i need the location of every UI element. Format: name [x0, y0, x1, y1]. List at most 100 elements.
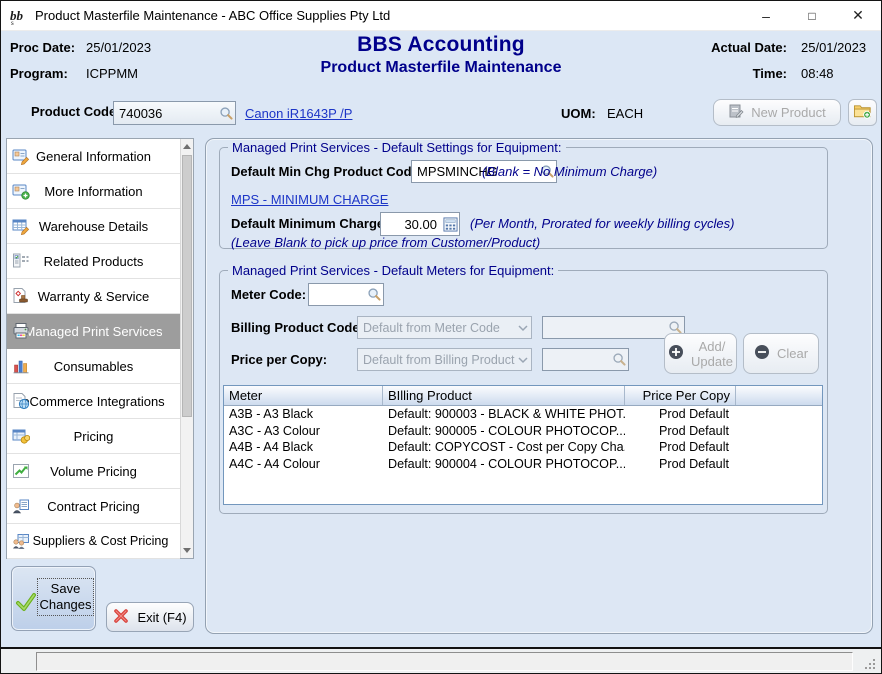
sidebar-item-label: Consumables: [54, 359, 134, 374]
sidebar-item-warehouse-details[interactable]: Warehouse Details: [7, 209, 180, 244]
price-per-copy-search-icon[interactable]: [611, 352, 627, 368]
sidebar-item-label: Suppliers & Cost Pricing: [33, 534, 169, 548]
price-cell: Prod Default: [625, 406, 736, 423]
column-header-price-per-copy[interactable]: Price Per Copy: [625, 386, 736, 405]
product-description-link[interactable]: Canon iR1643P /P: [245, 106, 352, 121]
open-product-folder-button[interactable]: [848, 99, 877, 126]
sidebar-item-general-information[interactable]: General Information: [7, 139, 180, 174]
table-row[interactable]: A4C - A4 Colour Default: 900004 - COLOUR…: [224, 456, 822, 473]
svg-text:s: s: [11, 19, 14, 26]
sidebar-item-label: Warehouse Details: [39, 219, 148, 234]
close-button[interactable]: ✕: [835, 1, 881, 30]
sidebar-item-label: Contract Pricing: [47, 499, 139, 514]
table-row[interactable]: A3B - A3 Black Default: 900003 - BLACK &…: [224, 406, 822, 423]
main-panel: Managed Print Services - Default Setting…: [205, 138, 873, 634]
price-cell: Prod Default: [625, 456, 736, 473]
window-controls: – □ ✕: [743, 1, 881, 30]
sidebar-item-more-information[interactable]: More Information: [7, 174, 180, 209]
product-bar: Product Code: Canon iR1643P /P UOM: EACH…: [1, 95, 881, 129]
save-label-line2: Changes: [38, 597, 93, 613]
sidebar-item-managed-print-services[interactable]: Managed Print Services: [7, 314, 180, 349]
scrollbar-thumb[interactable]: [182, 155, 192, 417]
exit-label: Exit (F4): [137, 610, 186, 625]
app-icon: bbs: [9, 6, 29, 26]
billing-cell: Default: COPYCOST - Cost per Copy Cha...: [383, 439, 625, 456]
meter-cell: A4B - A4 Black: [224, 439, 383, 456]
id-card-add-icon: [12, 182, 30, 200]
scroll-up-icon[interactable]: [181, 139, 193, 154]
person-contract-icon: [12, 497, 30, 515]
proc-date-value: 25/01/2023: [86, 40, 151, 55]
sidebar-item-warranty-service[interactable]: Warranty & Service: [7, 279, 180, 314]
billing-cell: Default: 900005 - COLOUR PHOTOCOP...: [383, 423, 625, 440]
sidebar-item-pricing[interactable]: Pricing: [7, 419, 180, 454]
resize-grip[interactable]: [865, 657, 877, 669]
sidebar-item-contract-pricing[interactable]: Contract Pricing: [7, 489, 180, 524]
section-sidebar: General Information More Information War…: [6, 138, 194, 559]
blank-price-hint: (Leave Blank to pick up price from Custo…: [231, 235, 540, 250]
suppliers-icon: [12, 532, 30, 550]
uom-label: UOM:: [561, 106, 596, 121]
billing-cell: Default: 900004 - COLOUR PHOTOCOP...: [383, 456, 625, 473]
sidebar-item-related-products[interactable]: Related Products: [7, 244, 180, 279]
exit-button[interactable]: Exit (F4): [106, 602, 194, 632]
actual-date-value: 25/01/2023: [801, 35, 871, 61]
sidebar-item-label: Warranty & Service: [38, 289, 150, 304]
chevron-down-icon: [518, 353, 528, 367]
sidebar-item-label: eCommerce Integrations: [22, 394, 164, 409]
app-window: bbs Product Masterfile Maintenance - ABC…: [0, 0, 882, 674]
sidebar-list: General Information More Information War…: [7, 139, 180, 558]
table-row[interactable]: A4B - A4 Black Default: COPYCOST - Cost …: [224, 439, 822, 456]
meter-cell: A3B - A3 Black: [224, 406, 383, 423]
price-per-copy-dropdown[interactable]: Default from Billing Product: [357, 348, 532, 371]
meter-code-search-icon[interactable]: [366, 287, 382, 303]
price-per-copy-field: [542, 348, 629, 371]
uom-value: EACH: [607, 106, 643, 121]
min-chg-product-code-label: Default Min Chg Product Code:: [231, 164, 423, 179]
table-row[interactable]: A3C - A3 Colour Default: 900005 - COLOUR…: [224, 423, 822, 440]
warranty-stamp-icon: [12, 287, 30, 305]
column-header-meter[interactable]: Meter: [224, 386, 383, 405]
billing-product-dropdown[interactable]: Default from Meter Code: [357, 316, 532, 339]
minimize-button[interactable]: –: [743, 1, 789, 30]
add-update-button[interactable]: Add/ Update: [664, 333, 737, 374]
sidebar-item-consumables[interactable]: Consumables: [7, 349, 180, 384]
sidebar-item-volume-pricing[interactable]: Volume Pricing: [7, 454, 180, 489]
status-message-panel: [36, 652, 853, 671]
sidebar-scrollbar[interactable]: [180, 139, 193, 558]
billing-cell: Default: 900003 - BLACK & WHITE PHOT...: [383, 406, 625, 423]
titlebar: bbs Product Masterfile Maintenance - ABC…: [1, 1, 881, 31]
program-label: Program:: [10, 61, 86, 87]
column-header-billing-product[interactable]: BIlling Product: [383, 386, 625, 405]
calculator-icon[interactable]: [442, 216, 458, 232]
product-code-field: [113, 101, 236, 125]
billing-product-code-input[interactable]: [542, 316, 685, 339]
meter-cell: A3C - A3 Colour: [224, 423, 383, 440]
billing-product-code-field: [542, 316, 685, 339]
meter-code-label: Meter Code:: [231, 287, 306, 302]
clear-button[interactable]: Clear: [743, 333, 819, 374]
table-edit-icon: [12, 217, 30, 235]
green-check-icon: [15, 591, 37, 613]
add-circle-icon: [668, 344, 684, 363]
scroll-down-icon[interactable]: [181, 543, 193, 558]
price-per-copy-label: Price per Copy:: [231, 352, 327, 367]
sidebar-item-label: Managed Print Services: [24, 324, 162, 339]
minus-circle-icon: [754, 344, 770, 363]
save-changes-button[interactable]: Save Changes: [11, 566, 96, 631]
maximize-button[interactable]: □: [789, 1, 835, 30]
new-product-icon: [728, 103, 744, 122]
new-product-button[interactable]: New Product: [713, 99, 841, 126]
meter-code-field: [308, 283, 384, 306]
sidebar-item-label: General Information: [36, 149, 151, 164]
sidebar-item-label: More Information: [44, 184, 142, 199]
meters-table: Meter BIlling Product Price Per Copy A3B…: [223, 385, 823, 505]
product-code-search-icon[interactable]: [218, 105, 234, 121]
column-header-blank: [736, 386, 822, 405]
sidebar-item-suppliers-cost-pricing[interactable]: Suppliers & Cost Pricing: [7, 524, 180, 559]
proc-date-label: Proc Date:: [10, 35, 86, 61]
actual-date-label: Actual Date:: [711, 35, 787, 61]
sidebar-item-label: Pricing: [74, 429, 114, 444]
sidebar-item-ecommerce-integrations[interactable]: eCommerce Integrations: [7, 384, 180, 419]
min-chg-product-link[interactable]: MPS - MINIMUM CHARGE: [231, 192, 388, 207]
